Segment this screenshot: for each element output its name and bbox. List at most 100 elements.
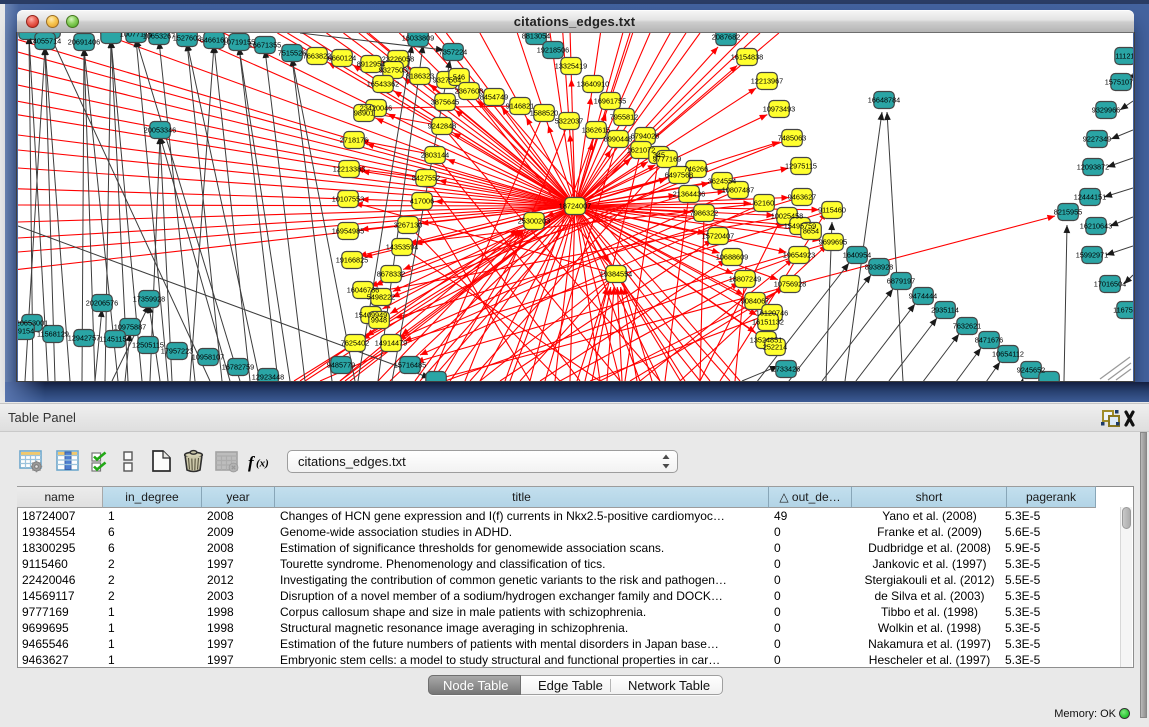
svg-text:8471676: 8471676 <box>975 336 1003 345</box>
svg-text:8454749: 8454749 <box>480 93 508 102</box>
svg-text:9227349: 9227349 <box>1083 135 1111 144</box>
svg-text:9948: 9948 <box>371 316 387 325</box>
svg-text:19384554: 19384554 <box>600 270 632 279</box>
svg-text:11451154: 11451154 <box>99 335 130 344</box>
svg-text:14055714: 14055714 <box>29 37 61 46</box>
svg-text:1527602: 1527602 <box>173 34 201 43</box>
svg-text:18807249: 18807249 <box>729 275 761 284</box>
svg-text:6879197: 6879197 <box>887 277 915 286</box>
svg-text:3267130: 3267130 <box>394 221 422 230</box>
svg-text:8660124: 8660124 <box>328 54 356 63</box>
svg-text:5322037: 5322037 <box>555 117 583 126</box>
svg-text:17359928: 17359928 <box>133 295 165 304</box>
svg-text:10973493: 10973493 <box>763 105 795 114</box>
svg-text:16210643: 16210643 <box>1080 222 1112 231</box>
svg-text:98901: 98901 <box>354 109 374 118</box>
svg-text:17957223: 17957223 <box>161 347 193 356</box>
svg-text:23226058: 23226058 <box>382 55 414 64</box>
svg-text:10688609: 10688609 <box>716 253 748 262</box>
svg-text:417006: 417006 <box>410 197 434 206</box>
svg-text:25300203: 25300203 <box>518 217 550 226</box>
svg-text:17016504: 17016504 <box>1094 280 1126 289</box>
svg-text:7955812: 7955812 <box>610 113 638 122</box>
svg-text:9242848: 9242848 <box>428 122 456 131</box>
svg-text:21364436: 21364436 <box>673 190 705 199</box>
svg-text:12505115: 12505115 <box>132 341 164 350</box>
svg-text:12923448: 12923448 <box>252 373 284 382</box>
svg-text:11568129: 11568129 <box>37 330 69 339</box>
svg-text:16961755: 16961755 <box>594 97 626 106</box>
svg-text:12093872: 12093872 <box>1077 163 1109 172</box>
svg-text:19166825: 19166825 <box>336 256 368 265</box>
svg-text:2935114: 2935114 <box>931 306 959 315</box>
svg-text:15751074: 15751074 <box>1105 78 1133 87</box>
svg-text:39154: 39154 <box>18 327 34 336</box>
svg-text:14914479: 14914479 <box>375 339 407 348</box>
svg-text:12213383: 12213383 <box>333 165 365 174</box>
svg-text:10653267: 10653267 <box>143 33 175 41</box>
svg-text:20206576: 20206576 <box>86 299 118 308</box>
svg-text:9084067: 9084067 <box>741 297 769 306</box>
svg-text:8654: 8654 <box>803 227 819 236</box>
svg-text:9474444: 9474444 <box>909 292 937 301</box>
svg-text:10756928: 10756928 <box>774 280 806 289</box>
svg-text:10807487: 10807487 <box>722 186 754 195</box>
svg-text:5498222: 5498222 <box>367 293 395 302</box>
svg-text:12975115: 12975115 <box>785 162 817 171</box>
svg-text:20691406: 20691406 <box>68 38 100 47</box>
svg-text:16671355: 16671355 <box>249 41 281 50</box>
svg-text:62160: 62160 <box>754 199 774 208</box>
svg-text:19218506: 19218506 <box>537 46 569 55</box>
svg-text:2718176: 2718176 <box>340 136 368 145</box>
svg-text:12213967: 12213967 <box>751 77 783 86</box>
svg-text:8938928: 8938928 <box>865 263 893 272</box>
svg-text:1621072: 1621072 <box>627 146 655 155</box>
svg-text:8215955: 8215955 <box>1054 208 1082 217</box>
svg-text:9329966: 9329966 <box>1092 106 1120 115</box>
svg-text:16782759: 16782759 <box>222 363 254 372</box>
svg-text:14353594: 14353594 <box>386 243 418 252</box>
svg-text:6497568: 6497568 <box>665 171 693 180</box>
svg-text:7986322: 7986322 <box>690 209 718 218</box>
svg-text:16033809: 16033809 <box>402 34 434 43</box>
svg-text:6794028: 6794028 <box>631 132 659 141</box>
svg-text:10025458: 10025458 <box>771 212 803 221</box>
svg-text:1167531: 1167531 <box>1113 306 1133 315</box>
svg-text:10958107: 10958107 <box>192 353 224 362</box>
svg-text:7632621: 7632621 <box>953 322 981 331</box>
svg-text:16648784: 16648784 <box>868 96 900 105</box>
svg-text:11121: 11121 <box>1115 52 1133 61</box>
svg-text:9245652: 9245652 <box>1017 366 1045 375</box>
svg-text:16543362: 16543362 <box>367 80 399 89</box>
svg-text:15716485: 15716485 <box>394 361 426 370</box>
svg-text:10107553: 10107553 <box>332 195 364 204</box>
svg-text:12942757: 12942757 <box>68 334 100 343</box>
svg-text:9485779: 9485779 <box>327 361 355 370</box>
svg-text:16154838: 16154838 <box>731 53 763 62</box>
svg-text:16151132: 16151132 <box>752 318 784 327</box>
svg-text:1362615: 1362615 <box>582 126 610 135</box>
svg-text:9777169: 9777169 <box>653 155 681 164</box>
svg-text:16954985: 16954985 <box>332 227 364 236</box>
svg-text:(x): (x) <box>256 458 269 470</box>
svg-text:f: f <box>248 453 256 472</box>
svg-text:15992971: 15992971 <box>1076 251 1108 260</box>
svg-text:10975887: 10975887 <box>114 323 146 332</box>
svg-text:1640954: 1640954 <box>843 251 871 260</box>
svg-text:9463627: 9463627 <box>788 193 816 202</box>
svg-text:1733426: 1733426 <box>772 365 800 374</box>
svg-text:8427552: 8427552 <box>412 174 440 183</box>
svg-text:3624554: 3624554 <box>708 177 736 186</box>
svg-text:7485063: 7485063 <box>778 134 806 143</box>
svg-text:8813054: 8813054 <box>522 33 550 41</box>
svg-text:12444151: 12444151 <box>1074 193 1106 202</box>
svg-text:8678332: 8678332 <box>377 270 405 279</box>
svg-text:9699695: 9699695 <box>819 238 847 247</box>
svg-text:7625402: 7625402 <box>341 339 369 348</box>
svg-text:16120746: 16120746 <box>756 309 788 318</box>
svg-text:15720407: 15720407 <box>702 232 734 241</box>
svg-text:18724007: 18724007 <box>559 202 591 211</box>
svg-text:8990448: 8990448 <box>604 135 632 144</box>
svg-text:13325419: 13325419 <box>555 62 587 71</box>
svg-text:7357224: 7357224 <box>439 48 467 57</box>
